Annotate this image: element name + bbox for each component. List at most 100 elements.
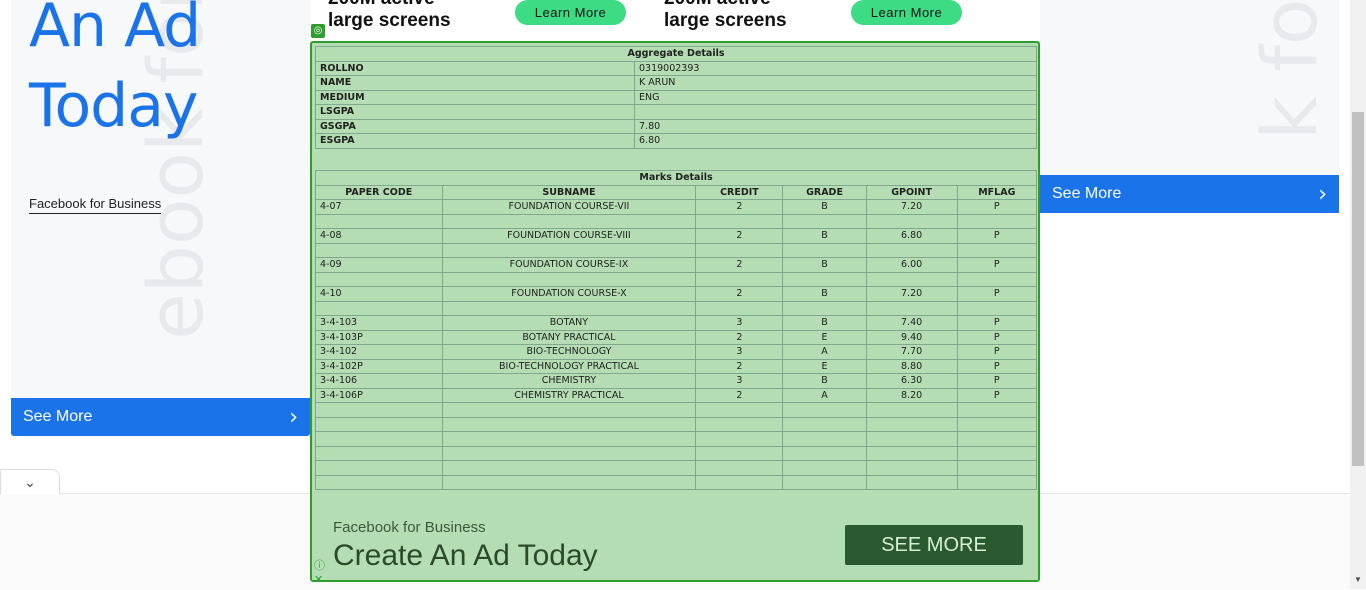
top-ad-text-2: 200M active large screens	[664, 0, 787, 32]
marks-column-header: GPOINT	[865, 184, 958, 200]
marks-cell: 3	[695, 373, 784, 389]
aggregate-row: GSGPA 7.80	[315, 118, 1037, 134]
marks-cell: 3-4-106	[315, 373, 443, 389]
marks-cell: 4-07	[315, 199, 443, 215]
marks-cell: 6.30	[865, 373, 958, 389]
left-ad-headline-line-1: An Ad	[29, 0, 201, 61]
left-see-more-label: See More	[23, 408, 93, 425]
marks-cell	[956, 271, 1038, 287]
aggregate-value	[634, 104, 1037, 120]
aggregate-row: NAME K ARUN	[315, 75, 1037, 91]
marks-cell	[315, 460, 443, 476]
marks-cell: 2	[695, 257, 784, 273]
marks-column-header: GRADE	[782, 184, 867, 200]
scroll-down-arrow-icon[interactable]: ▼	[1354, 575, 1362, 584]
marks-cell	[441, 213, 697, 229]
marks-cell	[956, 474, 1038, 490]
marks-cell: FOUNDATION COURSE-VIII	[441, 228, 697, 244]
learn-more-button-2[interactable]: Learn More	[851, 0, 962, 25]
chevron-right-icon: ›	[1318, 181, 1327, 207]
aggregate-value: 7.80	[634, 118, 1037, 134]
marks-cell: P	[956, 329, 1038, 345]
marks-cell	[695, 242, 784, 258]
page-scrollbar[interactable]: ▼	[1350, 0, 1366, 589]
marks-cell: B	[782, 373, 867, 389]
aggregate-details-table: Aggregate Details ROLLNO 0319002393 NAME K …	[315, 46, 1037, 149]
marks-cell: BOTANY	[441, 315, 697, 331]
learn-more-button[interactable]: Learn More	[515, 0, 626, 25]
marks-cell	[956, 431, 1038, 447]
ad-info-icon[interactable]: ⓘ ✕	[314, 559, 325, 580]
left-see-more-button[interactable]: See More ›	[11, 398, 310, 436]
marks-cell: 7.40	[865, 315, 958, 331]
overlay-settings-icon[interactable]: ◎	[311, 24, 325, 38]
marks-row	[315, 460, 1038, 476]
marks-cell	[695, 213, 784, 229]
aggregate-row: ESGPA 6.80	[315, 133, 1037, 149]
marks-cell: 7.70	[865, 344, 958, 360]
right-see-more-label: See More	[1052, 185, 1122, 202]
marks-cell	[315, 416, 443, 432]
marks-cell: A	[782, 344, 867, 360]
marks-cell	[441, 416, 697, 432]
marks-cell	[956, 213, 1038, 229]
collapse-tab[interactable]: ⌄	[0, 469, 60, 494]
marks-cell: 4-09	[315, 257, 443, 273]
marks-row	[315, 402, 1038, 418]
marks-cell	[782, 474, 867, 490]
marks-details-title: Marks Details	[315, 170, 1037, 186]
scrollbar-thumb[interactable]	[1352, 112, 1364, 466]
marks-cell: BOTANY PRACTICAL	[441, 329, 697, 345]
marks-row: 4-09 FOUNDATION COURSE-IX 2 B 6.00 P	[315, 257, 1038, 273]
marks-cell: 3-4-103	[315, 315, 443, 331]
marks-cell	[865, 474, 958, 490]
marks-cell	[695, 300, 784, 316]
top-ad-text-2-line-a: 200M active	[664, 0, 787, 10]
marks-cell	[315, 300, 443, 316]
aggregate-key: NAME	[315, 75, 635, 91]
marks-cell: CHEMISTRY PRACTICAL	[441, 387, 697, 403]
marks-row	[315, 242, 1038, 258]
marks-cell	[695, 416, 784, 432]
marks-row: 3-4-102P BIO-TECHNOLOGY PRACTICAL 2 E 8.80 P	[315, 358, 1038, 374]
top-ad-text-1: 200M active large screens	[328, 0, 451, 32]
marks-row: 4-10 FOUNDATION COURSE-X 2 B 7.20 P	[315, 286, 1038, 302]
marks-cell	[441, 300, 697, 316]
marks-cell	[441, 474, 697, 490]
marks-cell	[956, 300, 1038, 316]
marks-cell: P	[956, 199, 1038, 215]
marks-cell: 3	[695, 344, 784, 360]
chevron-right-icon: ›	[289, 404, 298, 430]
marks-cell: 2	[695, 286, 784, 302]
marks-row: 3-4-103 BOTANY 3 B 7.40 P	[315, 315, 1038, 331]
overlay-ad-brand: Facebook for Business	[333, 519, 486, 536]
left-ad-headline-line-2: Today	[29, 71, 199, 141]
marks-row: 4-08 FOUNDATION COURSE-VIII 2 B 6.80 P	[315, 228, 1038, 244]
marks-cell	[315, 242, 443, 258]
marks-cell	[441, 242, 697, 258]
marks-cell: P	[956, 286, 1038, 302]
left-ad-headline: An Ad Today	[29, 0, 201, 146]
marks-cell	[315, 213, 443, 229]
see-more-button[interactable]: SEE MORE	[845, 525, 1023, 565]
marks-cell: 4-10	[315, 286, 443, 302]
top-ad-text-1-line-b: large screens	[328, 10, 451, 31]
aggregate-key: LSGPA	[315, 104, 635, 120]
right-see-more-button[interactable]: See More ›	[1040, 175, 1339, 213]
left-ad-panel: ebook for An Ad Today Facebook for Busin…	[11, 0, 310, 436]
marks-cell: 3-4-103P	[315, 329, 443, 345]
marks-cell	[956, 416, 1038, 432]
marks-cell	[865, 271, 958, 287]
marks-cell: P	[956, 315, 1038, 331]
marks-cell: 2	[695, 199, 784, 215]
marks-column-header: MFLAG	[956, 184, 1038, 200]
marks-cell	[441, 431, 697, 447]
marks-row	[315, 416, 1038, 432]
marks-details-table: Marks Details PAPER CODE SUBNAME CREDIT GRA…	[315, 170, 1038, 490]
marks-cell: P	[956, 344, 1038, 360]
marks-cell	[782, 242, 867, 258]
marks-cell	[865, 460, 958, 476]
left-ad-brand-link[interactable]: Facebook for Business	[29, 196, 162, 214]
top-ad-strip: 200M active large screens Learn More 200…	[310, 0, 1040, 40]
marks-cell: B	[782, 228, 867, 244]
